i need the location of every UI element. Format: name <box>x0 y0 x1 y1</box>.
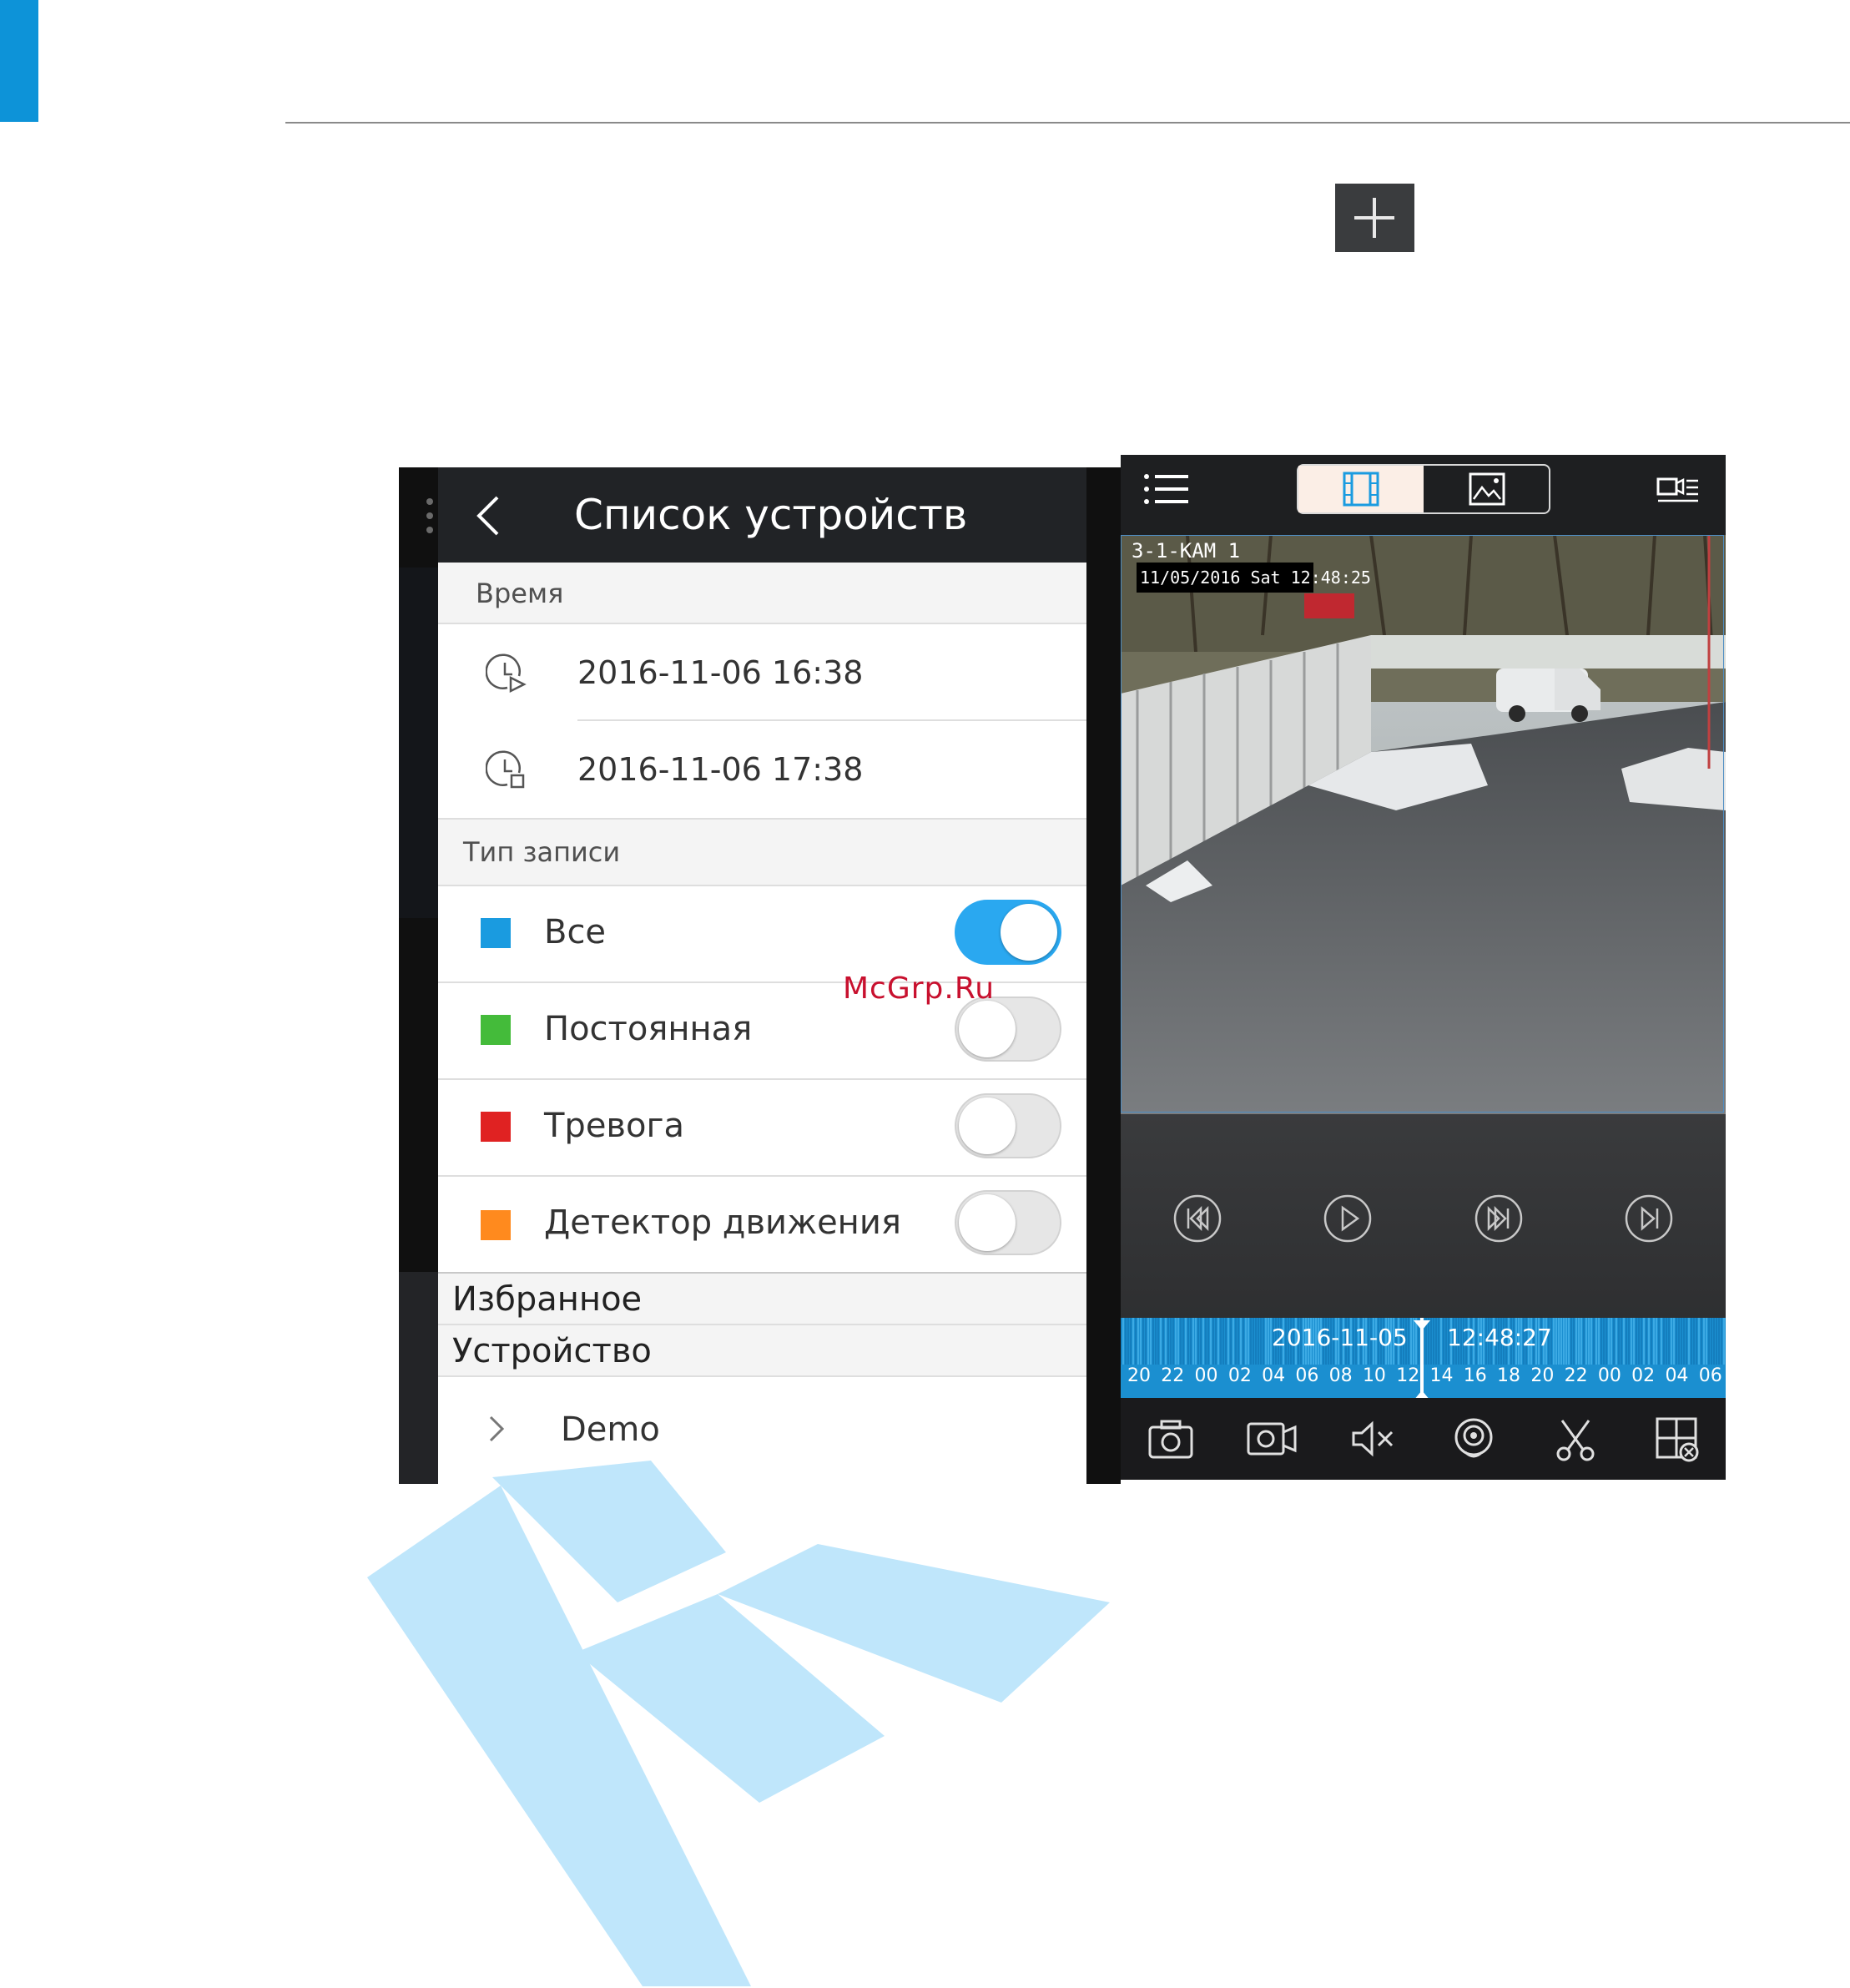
timeline-cursor-top-icon <box>1414 1318 1430 1330</box>
mute-speaker-icon[interactable] <box>1350 1420 1395 1457</box>
timeline-hour-label: 22 <box>1564 1365 1588 1386</box>
watermark-logo <box>367 1461 1110 1986</box>
close-window-icon[interactable] <box>1656 1417 1701 1462</box>
favorites-label[interactable]: Избранное <box>452 1280 642 1319</box>
toggle-motion[interactable] <box>955 1190 1061 1255</box>
back-arrow-icon[interactable] <box>472 492 506 539</box>
right-bezel <box>1086 467 1121 1484</box>
timeline-hour-label: 16 <box>1463 1365 1487 1386</box>
watermark-text: McGrp.Ru <box>843 971 996 1006</box>
header-rule <box>285 122 1850 124</box>
image-picture-icon <box>1469 472 1505 506</box>
timeline-hour-label: 00 <box>1597 1365 1621 1386</box>
divider <box>438 1272 1086 1274</box>
color-swatch-alarm <box>481 1112 511 1142</box>
video-film-icon <box>1342 471 1380 507</box>
toggle-constant[interactable] <box>955 997 1061 1062</box>
left-bezel <box>399 568 438 918</box>
channel-label: 3-1-КАМ 1 <box>1132 539 1241 563</box>
timeline-hour-label: 10 <box>1362 1365 1386 1386</box>
record-type-label: Тревога <box>544 1107 685 1145</box>
timeline-hour-label: 04 <box>1665 1365 1689 1386</box>
timeline-hour-label: 04 <box>1262 1365 1286 1386</box>
snapshot-camera-icon[interactable] <box>1148 1419 1193 1459</box>
timeline-hour-label: 20 <box>1127 1365 1151 1386</box>
play-icon[interactable] <box>1323 1193 1373 1244</box>
clock-start-icon <box>485 651 529 694</box>
timeline-hour-label: 22 <box>1161 1365 1185 1386</box>
color-swatch-motion <box>481 1210 511 1240</box>
capture-icon[interactable] <box>1452 1417 1495 1462</box>
device-row-demo[interactable] <box>438 1377 1086 1481</box>
timeline-time: 12:48:27 <box>1447 1324 1552 1351</box>
record-type-section-label: Тип записи <box>463 836 621 868</box>
timeline-date: 2016-11-05 <box>1272 1324 1408 1351</box>
time-section-label: Время <box>476 578 564 609</box>
color-swatch-all <box>481 918 511 948</box>
device-name: Demo <box>561 1410 660 1449</box>
timeline-hour-label: 06 <box>1698 1365 1722 1386</box>
timeline-hour-label: 02 <box>1631 1365 1656 1386</box>
record-type-label: Детектор движения <box>544 1203 901 1242</box>
timeline-hour-labels: 20 22 00 02 04 06 08 10 12 14 16 18 20 22 00 02 04 06 <box>1121 1365 1726 1394</box>
more-dots-icon <box>426 497 434 534</box>
end-time-value: 2016-11-06 17:38 <box>577 751 864 788</box>
record-video-icon[interactable] <box>1247 1420 1298 1457</box>
toggle-all[interactable] <box>955 900 1061 965</box>
timeline-hour-label: 00 <box>1194 1365 1218 1386</box>
toggle-alarm[interactable] <box>955 1093 1061 1158</box>
clock-end-icon <box>485 748 529 791</box>
rewind-icon[interactable] <box>1172 1193 1222 1244</box>
timeline-hour-label: 14 <box>1429 1365 1454 1386</box>
color-swatch-constant <box>481 1015 511 1045</box>
divider <box>438 1324 1086 1325</box>
start-time-value: 2016-11-06 16:38 <box>577 654 864 691</box>
page-title: Список устройств <box>574 491 968 539</box>
page-side-tab <box>0 0 38 122</box>
record-type-label: Постоянная <box>544 1010 753 1048</box>
add-icon <box>1335 184 1414 252</box>
timeline-hour-label: 18 <box>1497 1365 1521 1386</box>
step-forward-icon[interactable] <box>1624 1193 1674 1244</box>
list-menu-icon[interactable] <box>1143 472 1190 506</box>
divider <box>438 818 1086 820</box>
timeline-hour-label: 12 <box>1396 1365 1420 1386</box>
playback-toolbar <box>1121 1398 1726 1480</box>
video-border <box>1121 535 1724 1113</box>
chevron-right-icon <box>487 1414 506 1444</box>
device-section-label[interactable]: Устройство <box>452 1332 652 1370</box>
left-bezel-lower <box>399 1272 438 1484</box>
record-type-label: Все <box>544 913 607 951</box>
fast-forward-icon[interactable] <box>1474 1193 1524 1244</box>
timeline-hour-label: 02 <box>1227 1365 1252 1386</box>
camera-list-icon[interactable] <box>1656 472 1700 506</box>
timeline-hour-label: 08 <box>1328 1365 1353 1386</box>
scissors-clip-icon[interactable] <box>1554 1417 1597 1462</box>
osd-timestamp: 11/05/2016 Sat 12:48:25 <box>1140 568 1371 588</box>
timeline-hour-label: 06 <box>1295 1365 1319 1386</box>
timeline-hour-label: 20 <box>1530 1365 1555 1386</box>
